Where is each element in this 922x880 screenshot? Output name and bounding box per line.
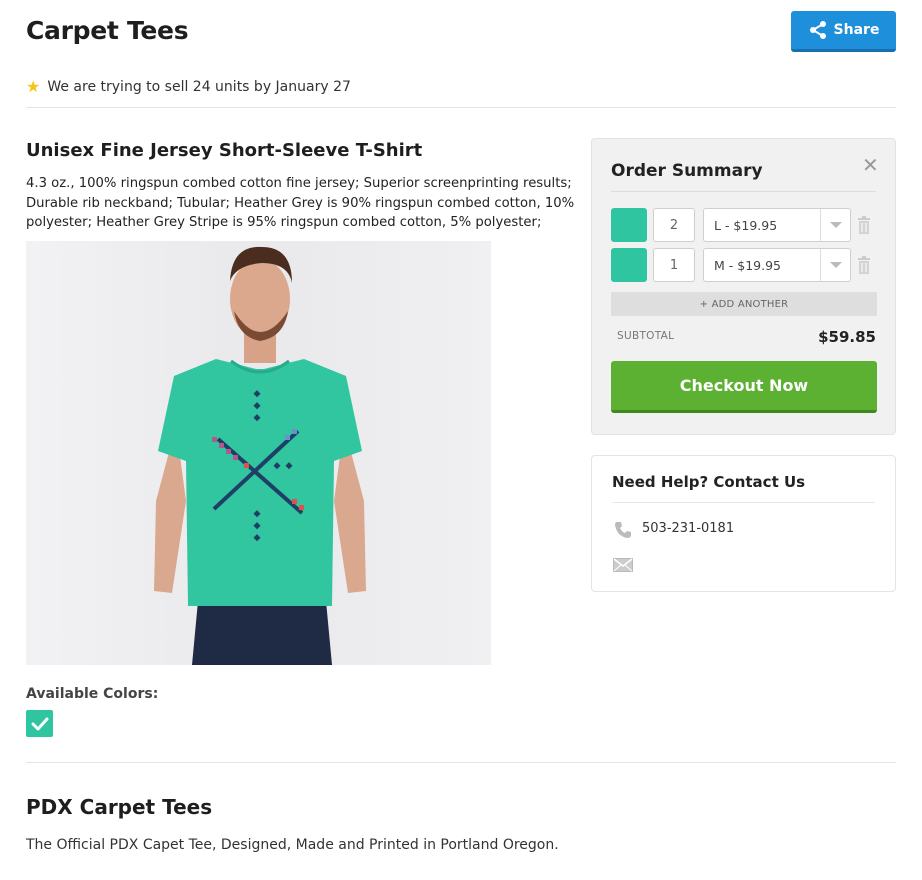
- sales-goal: ★ We are trying to sell 24 units by Janu…: [26, 77, 351, 96]
- star-icon: ★: [26, 77, 41, 96]
- help-title: Need Help? Contact Us: [612, 473, 806, 491]
- order-line-item: 1 M - $19.95: [611, 248, 879, 282]
- line-item-color-swatch[interactable]: [611, 208, 647, 242]
- product-image: [26, 241, 491, 665]
- share-icon: [809, 21, 826, 39]
- add-another-button[interactable]: + ADD ANOTHER: [611, 292, 877, 316]
- size-select[interactable]: L - $19.95: [703, 208, 851, 242]
- close-icon[interactable]: ✕: [862, 153, 879, 177]
- share-label: Share: [833, 22, 880, 38]
- store-description: The Official PDX Capet Tee, Designed, Ma…: [26, 837, 559, 853]
- tshirt-model-illustration: [26, 241, 491, 665]
- divider: [26, 762, 896, 763]
- line-item-color-swatch[interactable]: [611, 248, 647, 282]
- store-title: PDX Carpet Tees: [26, 795, 213, 819]
- phone-number[interactable]: 503-231-0181: [642, 521, 734, 536]
- size-select-value: M - $19.95: [714, 257, 781, 273]
- page-title: Carpet Tees: [26, 16, 189, 45]
- phone-icon: [615, 522, 631, 538]
- divider: [26, 107, 896, 108]
- checkout-button[interactable]: Checkout Now: [611, 361, 877, 413]
- size-select-value: L - $19.95: [714, 217, 778, 233]
- trash-icon[interactable]: [857, 216, 871, 234]
- order-summary-panel: Order Summary ✕ 2 L - $19.95 1 M - $19.9…: [591, 138, 896, 435]
- subtotal-value: $59.85: [818, 328, 876, 346]
- color-swatch-teal[interactable]: [26, 710, 53, 737]
- mail-icon[interactable]: [613, 558, 633, 572]
- order-line-item: 2 L - $19.95: [611, 208, 879, 242]
- quantity-input[interactable]: 2: [653, 208, 695, 242]
- help-panel: Need Help? Contact Us 503-231-0181: [591, 455, 896, 592]
- available-colors-label: Available Colors:: [26, 686, 159, 702]
- chevron-down-icon: [820, 209, 850, 241]
- divider: [611, 191, 876, 192]
- product-description: 4.3 oz., 100% ringspun combed cotton fin…: [26, 176, 575, 230]
- order-summary-title: Order Summary: [611, 161, 763, 181]
- divider: [612, 502, 875, 503]
- subtotal-label: SUBTOTAL: [617, 330, 675, 342]
- chevron-down-icon: [820, 249, 850, 281]
- trash-icon[interactable]: [857, 256, 871, 274]
- size-select[interactable]: M - $19.95: [703, 248, 851, 282]
- product-title: Unisex Fine Jersey Short-Sleeve T-Shirt: [26, 140, 423, 161]
- checkmark-icon: [31, 717, 48, 730]
- share-button[interactable]: Share: [791, 11, 896, 52]
- sales-goal-text: We are trying to sell 24 units by Januar…: [47, 78, 351, 95]
- quantity-input[interactable]: 1: [653, 248, 695, 282]
